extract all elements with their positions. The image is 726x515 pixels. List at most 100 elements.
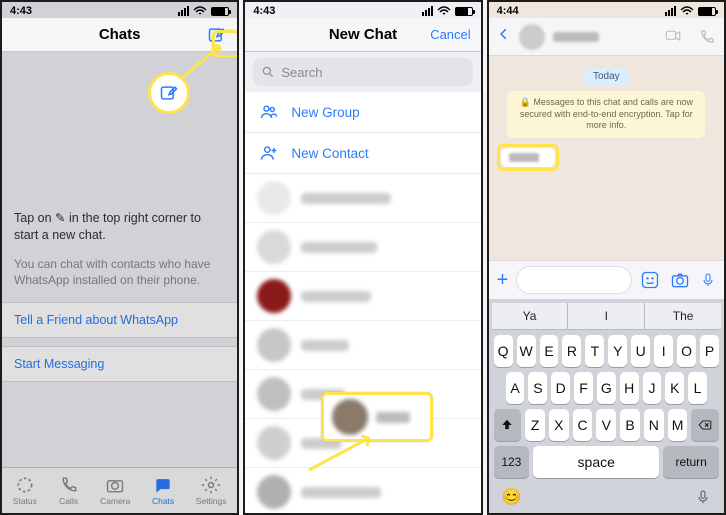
new-group-label: New Group xyxy=(291,105,359,120)
contact-name-blur[interactable] xyxy=(553,32,599,42)
status-bar: 4:43 xyxy=(245,2,480,18)
add-contact-icon xyxy=(259,143,279,163)
hint-text: Tap on ✎ in the top right corner to star… xyxy=(2,202,237,252)
cancel-button[interactable]: Cancel xyxy=(430,27,470,42)
camera-icon xyxy=(105,475,125,495)
signal-icon xyxy=(422,6,433,16)
key[interactable]: P xyxy=(700,335,719,367)
space-key[interactable]: space xyxy=(533,446,659,478)
screen-conversation: 4:44 Today 🔒 Messages to this chat and c… xyxy=(487,0,726,515)
page-title: Chats xyxy=(99,26,141,43)
gear-icon xyxy=(201,475,221,495)
list-item[interactable] xyxy=(245,223,480,272)
key[interactable]: Y xyxy=(608,335,627,367)
key[interactable]: M xyxy=(668,409,688,441)
sticker-icon[interactable] xyxy=(640,270,660,290)
key[interactable]: W xyxy=(517,335,536,367)
signal-icon xyxy=(665,6,676,16)
page-title: New Chat xyxy=(329,26,397,43)
screen-chats: 4:43 Chats Tap on ✎ in the top right cor… xyxy=(0,0,239,515)
shift-key[interactable] xyxy=(494,409,522,441)
key[interactable]: J xyxy=(643,372,662,404)
key[interactable]: F xyxy=(574,372,593,404)
key[interactable]: U xyxy=(631,335,650,367)
key[interactable]: L xyxy=(688,372,707,404)
key-row: QWERTYUIOP xyxy=(494,335,719,367)
message-input[interactable] xyxy=(516,266,632,294)
tab-chats[interactable]: Chats xyxy=(152,475,174,506)
key[interactable]: T xyxy=(585,335,604,367)
start-messaging-link[interactable]: Start Messaging xyxy=(2,346,237,382)
key[interactable]: E xyxy=(540,335,559,367)
battery-icon xyxy=(455,7,473,16)
list-item[interactable] xyxy=(245,370,480,419)
key[interactable]: R xyxy=(562,335,581,367)
backspace-key[interactable] xyxy=(691,409,719,441)
dictation-icon[interactable] xyxy=(695,487,711,507)
key[interactable]: O xyxy=(677,335,696,367)
contact-list[interactable] xyxy=(245,174,480,513)
tab-bar: Status Calls Camera Chats Settings xyxy=(2,467,237,513)
status-icon xyxy=(15,475,35,495)
tab-camera[interactable]: Camera xyxy=(100,475,130,506)
key[interactable]: I xyxy=(654,335,673,367)
search-input[interactable]: Search xyxy=(253,58,472,86)
avatar[interactable] xyxy=(519,24,545,50)
list-item[interactable] xyxy=(245,272,480,321)
key[interactable]: K xyxy=(665,372,684,404)
navbar: Chats xyxy=(2,18,237,52)
phone-icon[interactable] xyxy=(698,28,716,46)
date-pill: Today xyxy=(583,68,630,85)
list-item[interactable] xyxy=(245,174,480,223)
key[interactable]: Q xyxy=(494,335,513,367)
key[interactable]: G xyxy=(597,372,616,404)
navbar: New Chat Cancel xyxy=(245,18,480,52)
key[interactable]: D xyxy=(551,372,570,404)
tab-status[interactable]: Status xyxy=(13,475,37,506)
tell-friend-link[interactable]: Tell a Friend about WhatsApp xyxy=(2,302,237,338)
numbers-key[interactable]: 123 xyxy=(494,446,529,478)
chat-body[interactable]: Today 🔒 Messages to this chat and calls … xyxy=(489,56,724,260)
compose-button[interactable] xyxy=(207,25,227,50)
key[interactable]: B xyxy=(620,409,640,441)
new-contact-label: New Contact xyxy=(291,146,368,161)
clock: 4:43 xyxy=(10,5,32,17)
chats-empty-body: Tap on ✎ in the top right corner to star… xyxy=(2,52,237,467)
tab-calls[interactable]: Calls xyxy=(59,475,79,506)
status-bar: 4:44 xyxy=(489,2,724,18)
wifi-icon xyxy=(193,6,207,16)
key-row: 123 space return xyxy=(494,446,719,478)
suggestion[interactable]: The xyxy=(645,303,721,329)
keyboard-bottom: 😊 xyxy=(492,483,721,507)
emoji-key[interactable]: 😊 xyxy=(502,487,522,507)
encryption-notice[interactable]: 🔒 Messages to this chat and calls are no… xyxy=(507,91,705,138)
backspace-icon xyxy=(696,418,714,432)
camera-icon[interactable] xyxy=(670,270,690,290)
suggestion[interactable]: Ya xyxy=(492,303,569,329)
video-call-icon[interactable] xyxy=(662,28,684,44)
compose-icon xyxy=(207,25,227,45)
chevron-left-icon xyxy=(497,25,511,43)
back-button[interactable] xyxy=(497,25,511,48)
status-bar: 4:43 xyxy=(2,2,237,18)
attach-button[interactable]: + xyxy=(497,269,509,292)
key[interactable]: H xyxy=(620,372,639,404)
new-group-row[interactable]: New Group xyxy=(245,92,480,133)
key[interactable]: V xyxy=(596,409,616,441)
key[interactable]: A xyxy=(506,372,525,404)
list-item[interactable] xyxy=(245,419,480,468)
mic-icon[interactable] xyxy=(700,270,716,290)
key[interactable]: X xyxy=(549,409,569,441)
tab-settings[interactable]: Settings xyxy=(196,475,227,506)
key[interactable]: C xyxy=(573,409,593,441)
new-contact-row[interactable]: New Contact xyxy=(245,133,480,174)
list-item[interactable] xyxy=(245,321,480,370)
key[interactable]: N xyxy=(644,409,664,441)
suggestion[interactable]: I xyxy=(568,303,645,329)
clock: 4:44 xyxy=(497,5,519,17)
key[interactable]: S xyxy=(528,372,547,404)
key[interactable]: Z xyxy=(525,409,545,441)
list-item[interactable] xyxy=(245,468,480,513)
keyboard: Ya I The QWERTYUIOP ASDFGHJKL ZXCVBNM 12… xyxy=(489,299,724,513)
return-key[interactable]: return xyxy=(663,446,719,478)
